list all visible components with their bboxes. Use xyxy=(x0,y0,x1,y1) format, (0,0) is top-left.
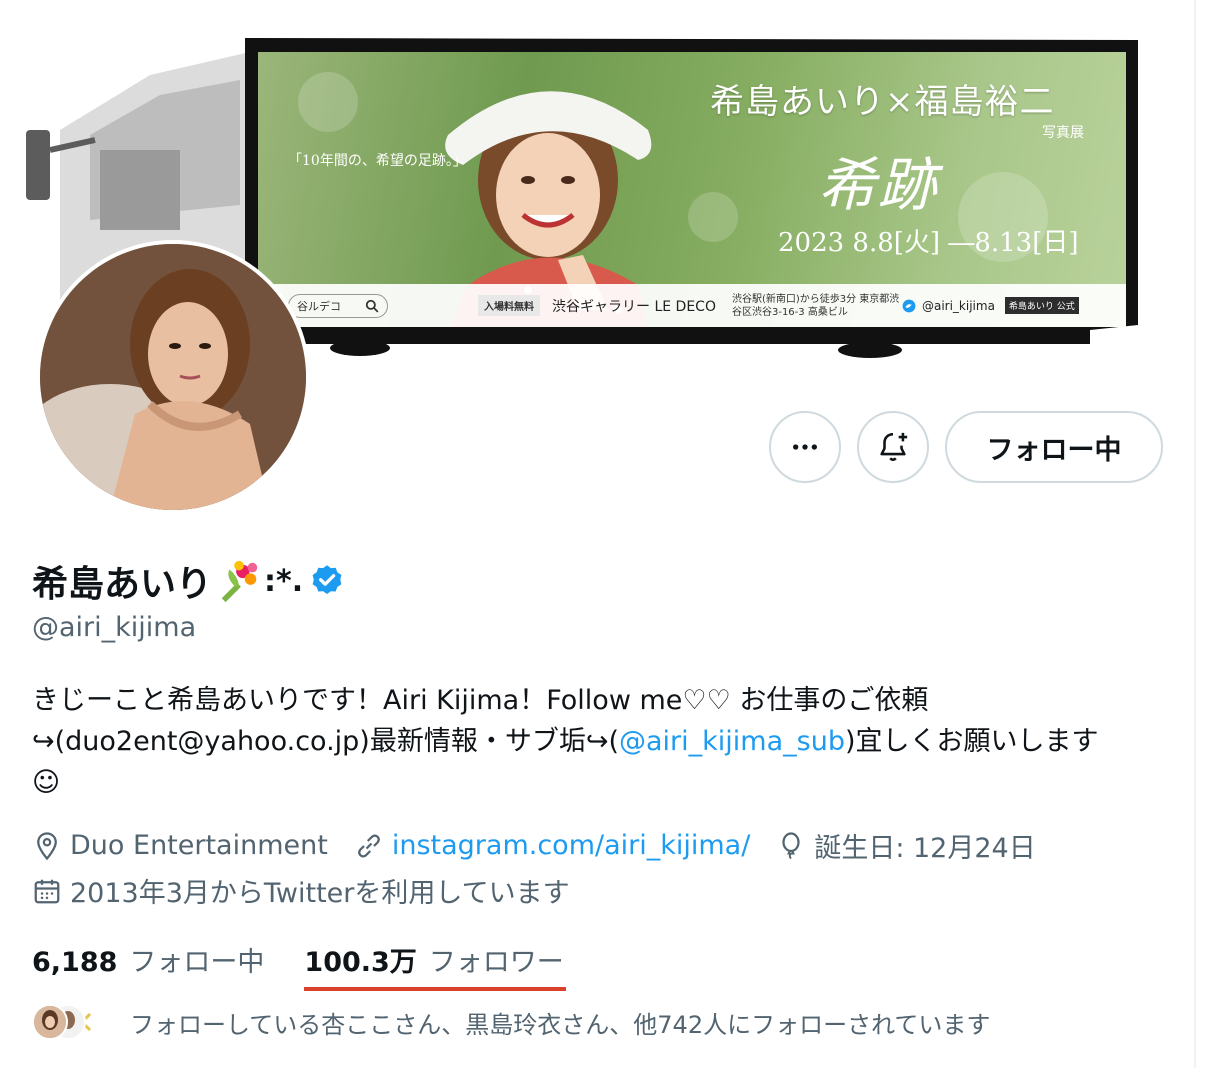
joined-text: 2013年3月からTwitterを利用しています xyxy=(70,878,570,909)
bio-mention-link[interactable]: @airi_kijima_sub xyxy=(619,726,845,757)
ellipsis-icon xyxy=(793,444,817,450)
banner-admission: 入場料無料 xyxy=(478,295,540,316)
profile-meta-row: Duo Entertainment instagram.com/airi_kij… xyxy=(32,826,1062,865)
following-label: フォロー中 xyxy=(129,947,265,978)
banner-gallery: 渋谷ギャラリー LE DECO xyxy=(552,298,716,315)
bokeh-light xyxy=(298,72,358,132)
display-name: 希島あいり xyxy=(32,564,213,605)
more-options-button[interactable] xyxy=(769,411,841,483)
bell-plus-icon xyxy=(880,432,908,462)
followers-count: 100.3万 xyxy=(304,947,417,978)
link-icon xyxy=(357,833,380,858)
banner-subtitle: 写真展 xyxy=(1042,125,1084,141)
twitter-bird-icon xyxy=(902,299,916,312)
profile-meta-row: 2013年3月からTwitterを利用しています xyxy=(32,871,596,910)
profile-name-row: 希島あいり :*. xyxy=(32,553,345,609)
search-icon xyxy=(365,299,379,312)
verified-badge-icon[interactable] xyxy=(309,563,345,599)
profile-handle: @airi_kijima xyxy=(32,612,197,643)
name-suffix: :*. xyxy=(264,563,304,599)
website-item[interactable]: instagram.com/airi_kijima/ xyxy=(354,830,750,861)
bio-line: きじーこと希島あいりです！Airi Kijima！Follow me♡♡ お仕事… xyxy=(32,685,929,716)
notifications-button[interactable] xyxy=(857,411,929,483)
profile-avatar[interactable] xyxy=(36,240,310,514)
location-item: Duo Entertainment xyxy=(32,830,328,861)
column-divider xyxy=(1194,0,1196,1068)
bio-text: ↪(duo2ent@yahoo.co.jp)最新情報・サブ垢↪( xyxy=(32,726,619,757)
profile-stats: 6,188 フォロー中 100.3万 フォロワー xyxy=(32,940,604,991)
followed-by-text: フォローしている杏ここさん、黒島玲衣さん、他742人にフォローされています xyxy=(130,1010,991,1039)
profile-bio: きじーこと希島あいりです！Airi Kijima！Follow me♡♡ お仕事… xyxy=(32,680,1172,803)
bio-line: ↪(duo2ent@yahoo.co.jp)最新情報・サブ垢↪(@airi_ki… xyxy=(32,721,1172,762)
birthday-text: 誕生日: 12月24日 xyxy=(814,833,1036,864)
followers-stat[interactable]: 100.3万 フォロワー xyxy=(304,940,566,991)
website-link[interactable]: instagram.com/airi_kijima/ xyxy=(392,830,750,861)
avatar-photo xyxy=(40,244,306,510)
bio-text: )宜しくお願いします xyxy=(844,726,1099,757)
banner-billboard: 希島あいり×福島裕二 写真展 「10年間の、希望の足跡。」 希跡 2023 8.… xyxy=(258,52,1126,327)
banner-handle: @airi_kijima xyxy=(921,298,995,313)
balloon-icon xyxy=(782,831,800,859)
calendar-icon xyxy=(34,879,60,903)
birthday-item: 誕生日: 12月24日 xyxy=(776,826,1036,865)
bio-line: ☺ xyxy=(32,767,61,798)
followers-label: フォロワー xyxy=(428,947,564,978)
banner-tag: 希島あいり 公式 xyxy=(1004,297,1079,314)
banner-quote: 「10年間の、希望の足跡。」 xyxy=(288,153,467,169)
banner-search-text: 谷ルデコ xyxy=(297,299,341,313)
banner-access: 渋谷駅(新南口)から徒歩3分 東京都渋谷区渋谷3-16-3 高桑ビル xyxy=(731,293,900,318)
bouquet-emoji-icon xyxy=(221,560,258,603)
location-text: Duo Entertainment xyxy=(70,830,328,861)
banner-title: 希島あいり×福島裕二 xyxy=(710,82,1055,122)
joined-item: 2013年3月からTwitterを利用しています xyxy=(32,871,570,910)
banner-logo-text: 希跡 xyxy=(818,151,939,219)
followers-underline xyxy=(304,987,566,991)
following-count: 6,188 xyxy=(32,947,118,978)
avatar xyxy=(32,1004,68,1040)
banner-dates: 2023 8.8[火] ―8.13[日] xyxy=(778,228,1079,258)
followed-by-row[interactable]: フォローしている杏ここさん、黒島玲衣さん、他742人にフォローされています xyxy=(32,1000,990,1044)
bokeh-light xyxy=(688,192,738,242)
follower-avatars xyxy=(32,1002,112,1042)
banner-search-box: 谷ルデコ xyxy=(288,293,388,318)
following-button[interactable]: フォロー中 xyxy=(945,411,1163,483)
banner-info-strip: 谷ルデコ 入場料無料 渋谷ギャラリー LE DECO 渋谷駅(新南口)から徒歩3… xyxy=(258,284,1126,327)
location-pin-icon xyxy=(37,831,57,860)
following-stat[interactable]: 6,188 フォロー中 xyxy=(32,940,264,979)
